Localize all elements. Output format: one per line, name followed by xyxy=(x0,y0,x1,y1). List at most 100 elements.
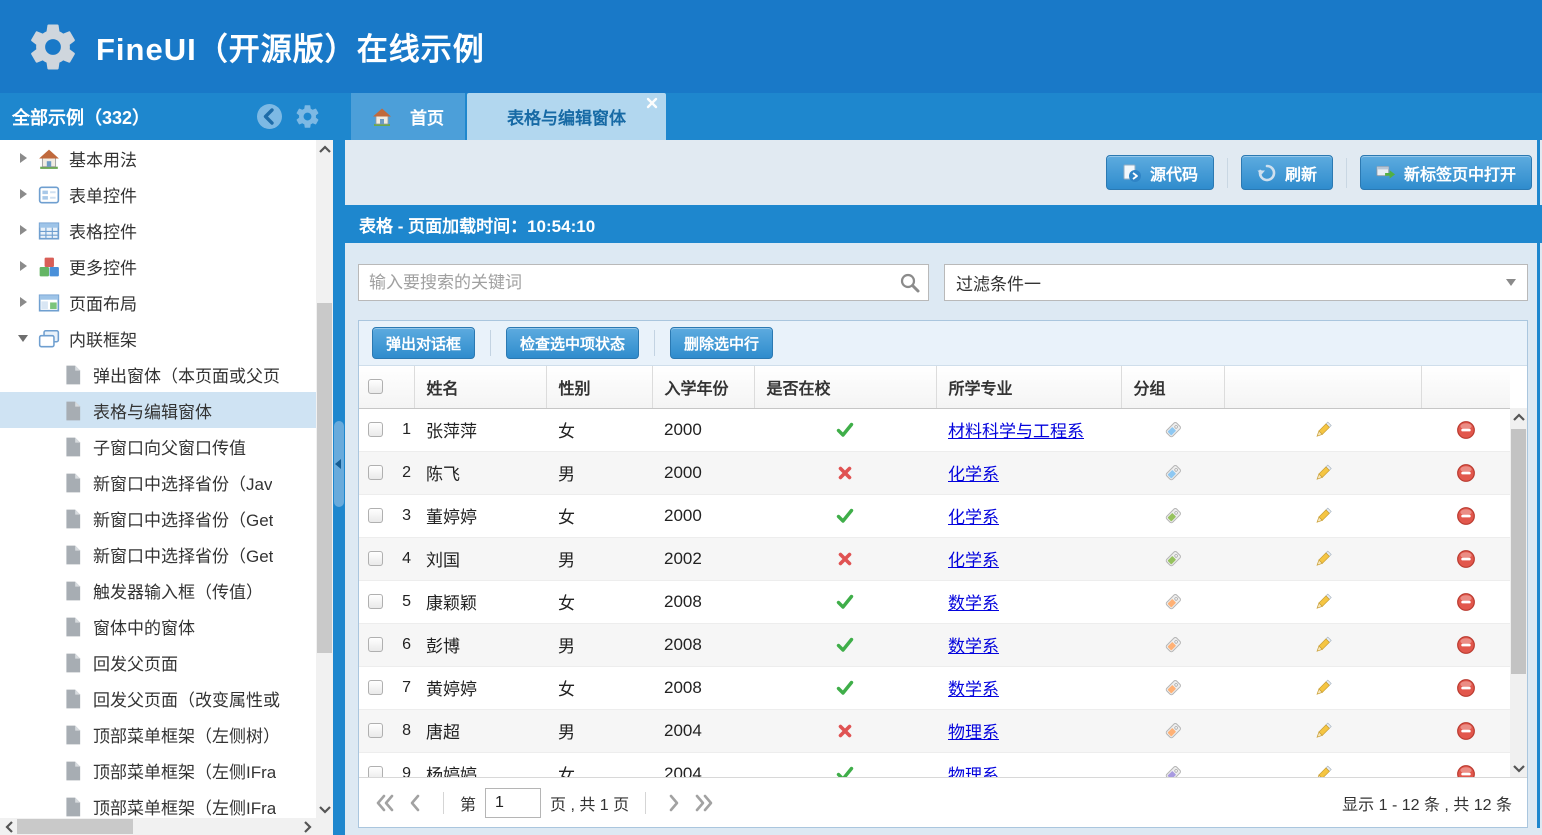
sidebar-horizontal-scrollbar[interactable] xyxy=(0,818,316,835)
delete-icon[interactable] xyxy=(1456,764,1476,777)
select-all-checkbox[interactable] xyxy=(368,379,383,394)
major-link[interactable]: 化学系 xyxy=(948,551,999,570)
expand-node-icon[interactable] xyxy=(20,225,27,235)
major-link[interactable]: 化学系 xyxy=(948,508,999,527)
scroll-up-icon[interactable] xyxy=(316,140,333,157)
sidebar-item-触发器输入框（传值）[interactable]: 触发器输入框（传值） xyxy=(0,572,316,608)
scroll-left-icon[interactable] xyxy=(0,818,17,835)
sidebar-item-回发父页面（改变属性或[interactable]: 回发父页面（改变属性或 xyxy=(0,680,316,716)
next-page-icon[interactable] xyxy=(662,792,684,814)
major-link[interactable]: 数学系 xyxy=(948,680,999,699)
sidebar-item-子窗口向父窗口传值[interactable]: 子窗口向父窗口传值 xyxy=(0,428,316,464)
scroll-down-icon[interactable] xyxy=(1510,760,1527,777)
delete-icon[interactable] xyxy=(1456,549,1476,569)
edit-pencil-icon[interactable] xyxy=(1313,549,1333,569)
sidebar-item-顶部菜单框架（左侧IFra[interactable]: 顶部菜单框架（左侧IFra xyxy=(0,752,316,788)
expand-node-icon[interactable] xyxy=(20,261,27,271)
settings-gear-icon[interactable] xyxy=(294,103,321,130)
delete-icon[interactable] xyxy=(1456,420,1476,440)
delete-icon[interactable] xyxy=(1456,463,1476,483)
major-link[interactable]: 化学系 xyxy=(948,465,999,484)
edit-pencil-icon[interactable] xyxy=(1313,506,1333,526)
delete-icon[interactable] xyxy=(1456,721,1476,741)
scrollbar-thumb[interactable] xyxy=(317,303,332,653)
sidebar-item-更多控件[interactable]: 更多控件 xyxy=(0,248,316,284)
delete-icon[interactable] xyxy=(1456,506,1476,526)
search-input[interactable] xyxy=(359,265,928,300)
sidebar-item-表格控件[interactable]: 表格控件 xyxy=(0,212,316,248)
sidebar-item-新窗口中选择省份（Get[interactable]: 新窗口中选择省份（Get xyxy=(0,536,316,572)
sidebar-vertical-scrollbar[interactable] xyxy=(316,140,333,818)
tab-bar: 首页 表格与编辑窗体 xyxy=(345,93,1542,140)
sidebar-collapse-strip[interactable] xyxy=(333,93,345,835)
delete-icon[interactable] xyxy=(1456,635,1476,655)
edit-pencil-icon[interactable] xyxy=(1313,463,1333,483)
edit-pencil-icon[interactable] xyxy=(1313,764,1333,777)
major-link[interactable]: 物理系 xyxy=(948,766,999,777)
row-checkbox[interactable] xyxy=(368,594,383,609)
edit-pencil-icon[interactable] xyxy=(1313,721,1333,741)
tab-home[interactable]: 首页 xyxy=(351,93,465,140)
open-new-tab-button[interactable]: 新标签页中打开 xyxy=(1360,155,1532,190)
delete-icon[interactable] xyxy=(1456,592,1476,612)
row-checkbox[interactable] xyxy=(368,465,383,480)
scrollbar-thumb[interactable] xyxy=(1511,429,1526,674)
sidebar-item-内联框架[interactable]: 内联框架 xyxy=(0,320,316,356)
sidebar-item-表单控件[interactable]: 表单控件 xyxy=(0,176,316,212)
sidebar-item-基本用法[interactable]: 基本用法 xyxy=(0,140,316,176)
collapse-left-icon[interactable] xyxy=(256,103,283,130)
sidebar-item-新窗口中选择省份（Get[interactable]: 新窗口中选择省份（Get xyxy=(0,500,316,536)
major-link[interactable]: 物理系 xyxy=(948,723,999,742)
scroll-up-icon[interactable] xyxy=(1510,408,1527,425)
major-link[interactable]: 材料科学与工程系 xyxy=(948,422,1084,441)
source-code-button[interactable]: 源代码 xyxy=(1106,155,1214,190)
edit-cell xyxy=(1224,752,1421,777)
sidebar-item-顶部菜单框架（左侧IFra[interactable]: 顶部菜单框架（左侧IFra xyxy=(0,788,316,818)
sidebar-item-窗体中的窗体[interactable]: 窗体中的窗体 xyxy=(0,608,316,644)
sidebar-item-回发父页面[interactable]: 回发父页面 xyxy=(0,644,316,680)
delete-selected-button[interactable]: 删除选中行 xyxy=(670,327,773,359)
scroll-right-icon[interactable] xyxy=(299,818,316,835)
last-page-icon[interactable] xyxy=(693,792,715,814)
expand-node-icon[interactable] xyxy=(20,297,27,307)
row-checkbox[interactable] xyxy=(368,637,383,652)
row-checkbox[interactable] xyxy=(368,422,383,437)
edit-pencil-icon[interactable] xyxy=(1313,635,1333,655)
edit-pencil-icon[interactable] xyxy=(1313,678,1333,698)
close-tab-icon[interactable] xyxy=(645,96,659,110)
row-checkbox[interactable] xyxy=(368,766,383,777)
row-checkbox[interactable] xyxy=(368,508,383,523)
row-number-cell: 9 xyxy=(391,752,414,777)
home-icon xyxy=(372,107,392,127)
scroll-down-icon[interactable] xyxy=(316,801,333,818)
sidebar-item-新窗口中选择省份（Jav[interactable]: 新窗口中选择省份（Jav xyxy=(0,464,316,500)
table-vertical-scrollbar[interactable] xyxy=(1510,408,1527,777)
tab-table-edit-window[interactable]: 表格与编辑窗体 xyxy=(467,93,666,140)
sidebar-item-弹出窗体（本页面或父页[interactable]: 弹出窗体（本页面或父页 xyxy=(0,356,316,392)
prev-page-icon[interactable] xyxy=(405,792,427,814)
edit-pencil-icon[interactable] xyxy=(1313,420,1333,440)
edit-pencil-icon[interactable] xyxy=(1313,592,1333,612)
sidebar-item-顶部菜单框架（左侧树）[interactable]: 顶部菜单框架（左侧树） xyxy=(0,716,316,752)
sidebar-item-页面布局[interactable]: 页面布局 xyxy=(0,284,316,320)
filter-dropdown[interactable]: 过滤条件一 xyxy=(944,264,1528,301)
check-selected-button[interactable]: 检查选中项状态 xyxy=(506,327,639,359)
expand-node-icon[interactable] xyxy=(20,153,27,163)
expand-node-icon[interactable] xyxy=(20,189,27,199)
delete-icon[interactable] xyxy=(1456,678,1476,698)
first-page-icon[interactable] xyxy=(374,792,396,814)
row-checkbox[interactable] xyxy=(368,680,383,695)
major-link[interactable]: 数学系 xyxy=(948,637,999,656)
sidebar-item-表格与编辑窗体[interactable]: 表格与编辑窗体 xyxy=(0,392,316,428)
gender-cell: 女 xyxy=(546,494,652,537)
collapse-node-icon[interactable] xyxy=(18,335,28,342)
open-dialog-button[interactable]: 弹出对话框 xyxy=(372,327,475,359)
name-cell: 黄婷婷 xyxy=(414,666,546,709)
page-number-input[interactable] xyxy=(485,788,541,818)
search-icon[interactable] xyxy=(899,272,921,294)
scrollbar-thumb[interactable] xyxy=(17,819,133,834)
row-checkbox[interactable] xyxy=(368,551,383,566)
row-checkbox[interactable] xyxy=(368,723,383,738)
major-link[interactable]: 数学系 xyxy=(948,594,999,613)
refresh-button[interactable]: 刷新 xyxy=(1241,155,1333,190)
